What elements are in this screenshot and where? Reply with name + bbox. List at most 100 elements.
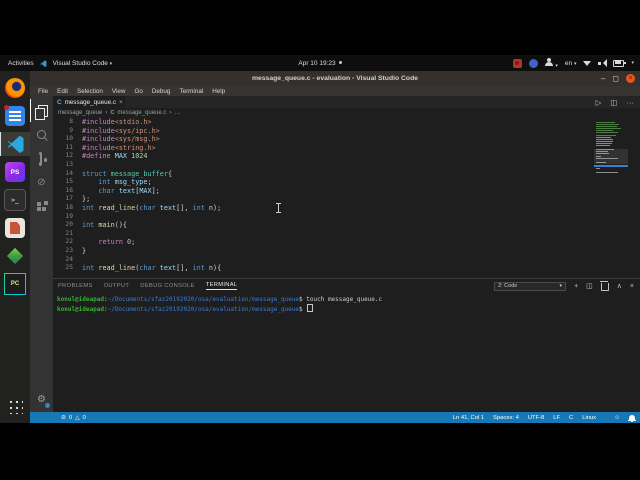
code-line-14[interactable]: 14 struct message_buffer{ [53, 170, 640, 179]
input-language-menu[interactable]: en ▾ [565, 60, 577, 67]
window-title: message_queue.c - evaluation - Visual St… [251, 75, 419, 82]
error-icon: ⊘ [61, 414, 66, 421]
status-indentation[interactable]: Spaces: 4 [493, 415, 519, 421]
status-eol[interactable]: LF [553, 415, 560, 421]
network-icon[interactable] [583, 60, 592, 66]
code-line-22[interactable]: 22 return 0; [53, 238, 640, 247]
code-line-17[interactable]: 17}; [53, 195, 640, 204]
code-line-13[interactable]: 13 [53, 161, 640, 170]
minimize-button[interactable]: – [601, 74, 605, 83]
code-line-8[interactable]: 8 #include<stdio.h> [53, 118, 640, 127]
screen-record-icon[interactable] [512, 58, 522, 68]
code-line-16[interactable]: 16 char text[MAX]; [53, 187, 640, 196]
menu-selection[interactable]: Selection [77, 88, 103, 95]
vscode-dock-icon[interactable] [0, 132, 31, 156]
files-dock-icon[interactable] [3, 104, 27, 128]
new-terminal-icon[interactable]: + [574, 283, 578, 290]
source-control-icon[interactable] [30, 147, 53, 170]
pycharm-dock-icon[interactable]: PC [3, 272, 27, 296]
tab-message-queue[interactable]: C message_queue.c × [53, 96, 125, 108]
close-panel-icon[interactable]: × [630, 283, 634, 290]
code-line-11[interactable]: 11 #include<string.h> [53, 144, 640, 153]
minimap-slider[interactable] [594, 149, 628, 164]
menu-terminal[interactable]: Terminal [179, 88, 203, 95]
code-line-20[interactable]: 20 int main(){ [53, 221, 640, 230]
line-number: 14 [65, 169, 73, 177]
menu-help[interactable]: Help [212, 88, 225, 95]
bottom-panel: PROBLEMS OUTPUT DEBUG CONSOLE TERMINAL 2: C… [53, 278, 640, 412]
maximize-panel-icon[interactable]: ∧ [617, 282, 622, 290]
panel-tab-problems[interactable]: PROBLEMS [58, 283, 93, 289]
system-menu-caret-icon[interactable]: ▾ [631, 60, 634, 66]
code-editor[interactable]: 8 #include<stdio.h> 9 #include<sys/ipc.h> 10… [53, 118, 640, 278]
code-line-25[interactable]: 25 int read_line(char text[], int n){ [53, 264, 640, 273]
code-line-21[interactable]: 21 [53, 230, 640, 239]
explorer-icon[interactable] [30, 99, 54, 122]
code-line-23[interactable]: 23} [53, 247, 640, 256]
manage-gear-icon[interactable]: ⚙ [30, 388, 53, 411]
menu-view[interactable]: View [112, 88, 126, 95]
split-terminal-icon[interactable]: ◫ [586, 282, 593, 290]
menu-file[interactable]: File [38, 88, 48, 95]
ubuntu-top-bar: Activities Visual Studio Code ▾ Apr 10 1… [0, 55, 640, 71]
more-actions-icon[interactable]: ··· [627, 98, 635, 107]
status-remote-os[interactable]: Linux [582, 415, 596, 421]
menu-go[interactable]: Go [134, 88, 142, 95]
window-title-bar[interactable]: message_queue.c - evaluation - Visual St… [30, 71, 640, 86]
search-icon[interactable] [30, 123, 53, 146]
split-editor-icon[interactable]: ◫ [610, 98, 617, 107]
libreoffice-dock-icon[interactable] [3, 216, 27, 240]
app-indicator-icon[interactable] [528, 58, 538, 68]
menu-debug[interactable]: Debug [152, 88, 171, 95]
line-number: 21 [65, 229, 73, 237]
terminal-app-dock-icon[interactable]: >_ [3, 188, 27, 212]
close-button[interactable]: × [626, 74, 635, 83]
show-applications-button[interactable] [7, 398, 23, 414]
terminal-select[interactable]: 2: Code ▾ [494, 281, 567, 291]
code-line-12[interactable]: 12 #define MAX 1024 [53, 152, 640, 161]
feedback-smiley-icon[interactable]: ☺ [614, 415, 620, 421]
panel-tab-terminal[interactable]: TERMINAL [205, 282, 238, 290]
terminal[interactable]: konul@ideapad:~/Documents/sfaz20192020/o… [53, 292, 640, 314]
maximize-button[interactable]: ◻ [612, 74, 619, 83]
line-number: 11 [65, 143, 73, 151]
panel-tab-output[interactable]: OUTPUT [104, 283, 130, 289]
tab-close-icon[interactable]: × [119, 99, 123, 106]
user-menu[interactable]: ▾ [545, 57, 558, 69]
status-cursor-position[interactable]: Ln 41, Col 1 [453, 415, 484, 421]
line-number: 15 [65, 178, 73, 186]
code-line-24[interactable]: 24 [53, 256, 640, 265]
kill-terminal-icon[interactable] [599, 280, 609, 291]
phpstorm-dock-icon[interactable]: PS [3, 160, 27, 184]
firefox-dock-icon[interactable] [3, 76, 27, 100]
code-text: #define MAX 1024 [82, 152, 148, 161]
line-number: 20 [65, 221, 73, 229]
run-button[interactable]: ▷ [596, 98, 602, 107]
line-number: 24 [65, 255, 73, 263]
code-line-15[interactable]: 15 int msg_type; [53, 178, 640, 187]
menu-edit[interactable]: Edit [57, 88, 68, 95]
focused-app-menu[interactable]: Visual Studio Code ▾ [53, 60, 113, 67]
panel-tab-debug-console[interactable]: DEBUG CONSOLE [140, 283, 194, 289]
editor-minimap[interactable] [594, 122, 628, 182]
code-line-18[interactable]: 18 int read_line(char text[], int n); [53, 204, 640, 213]
code-line-10[interactable]: 10 #include<sys/msg.h> [53, 135, 640, 144]
breadcrumb-file[interactable]: message_queue.c [117, 110, 166, 116]
volume-icon[interactable] [598, 59, 608, 67]
battery-icon[interactable] [613, 59, 626, 67]
notifications-bell-icon[interactable] [628, 414, 636, 422]
code-text: #include<sys/msg.h> [82, 135, 160, 144]
problems-status[interactable]: ⊘ 0 △ 0 [61, 415, 86, 421]
status-encoding[interactable]: UTF-8 [528, 415, 544, 421]
clock[interactable]: Apr 10 19:23 [298, 60, 335, 67]
code-line-19[interactable]: 19 [53, 213, 640, 222]
extensions-icon[interactable] [30, 195, 53, 218]
mouse-ibeam-cursor [276, 203, 282, 213]
activities-button[interactable]: Activities [8, 60, 34, 67]
boxes-dock-icon[interactable] [3, 244, 27, 268]
code-line-9[interactable]: 9 #include<sys/ipc.h> [53, 127, 640, 136]
status-language-mode[interactable]: C [569, 415, 573, 421]
breadcrumb-folder[interactable]: message_queue [58, 110, 102, 116]
breadcrumb-more[interactable]: … [174, 110, 180, 116]
debug-icon[interactable]: ⊘ [30, 171, 53, 194]
